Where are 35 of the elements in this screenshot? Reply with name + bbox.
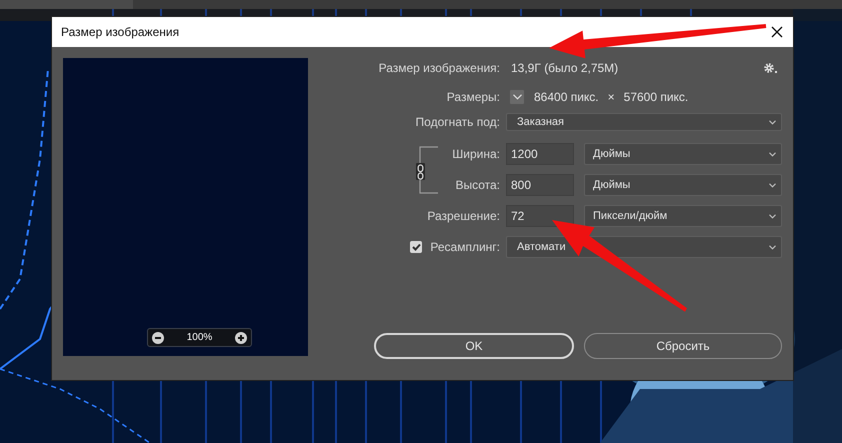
chevron-down-icon bbox=[769, 214, 776, 218]
chevron-down-icon bbox=[769, 120, 776, 124]
chevron-down-icon bbox=[769, 182, 776, 188]
input-field[interactable]: 800 bbox=[506, 174, 574, 196]
dimension-value: 57600 пикс. bbox=[624, 90, 688, 104]
fit-to-dropdown[interactable]: Заказная bbox=[506, 113, 782, 131]
dialog-button[interactable]: OK bbox=[374, 333, 574, 359]
field-label: Ширина: bbox=[452, 147, 500, 161]
chevron-down-icon bbox=[512, 94, 522, 100]
field-label: Ресамплинг: bbox=[430, 240, 500, 254]
dialog-button[interactable]: Сбросить bbox=[584, 333, 782, 359]
close-icon[interactable] bbox=[769, 24, 785, 40]
zoom-level: 100% bbox=[186, 332, 212, 343]
chevron-down-icon bbox=[769, 244, 776, 250]
dimension-value: 86400 пикс. bbox=[534, 90, 599, 104]
unit-dropdown[interactable]: Пиксели/дюйм bbox=[584, 205, 782, 227]
zoom-in-icon[interactable] bbox=[234, 332, 247, 344]
field-label: Разрешение: bbox=[427, 209, 500, 223]
unit-dropdown[interactable]: Дюймы bbox=[584, 143, 782, 165]
units-dropdown[interactable] bbox=[510, 90, 524, 104]
settings-icon[interactable] bbox=[764, 62, 778, 74]
field-label: Подогнать под: bbox=[416, 115, 500, 129]
image-size-value: 13,9Г (было 2,75М) bbox=[511, 61, 618, 75]
resample-dropdown[interactable]: Автомати bbox=[506, 236, 782, 258]
checkbox[interactable] bbox=[410, 241, 422, 253]
input-field[interactable]: 72 bbox=[506, 205, 574, 227]
input-field[interactable]: 1200 bbox=[506, 143, 574, 165]
field-label: Высота: bbox=[455, 178, 500, 192]
unit-dropdown[interactable]: Дюймы bbox=[584, 174, 782, 196]
field-label: Размеры: bbox=[446, 90, 500, 104]
chevron-down-icon bbox=[769, 152, 776, 156]
field-label: Размер изображения: bbox=[378, 61, 500, 75]
times-sign: × bbox=[608, 90, 615, 104]
zoom-out-icon[interactable] bbox=[152, 332, 164, 344]
window-title: Размер изображения bbox=[61, 25, 180, 39]
